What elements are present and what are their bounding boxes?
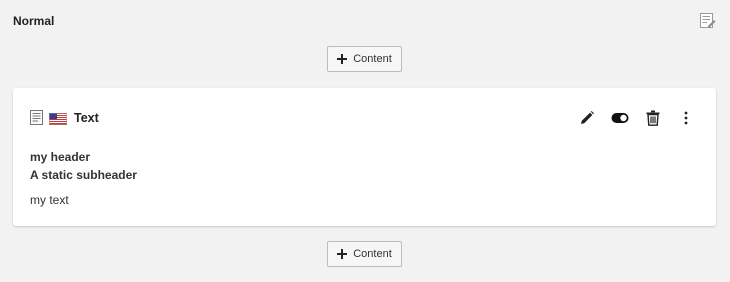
add-content-label: Content: [353, 248, 392, 260]
add-content-label: Content: [353, 53, 392, 65]
card-actions: [577, 108, 696, 128]
text-content-type-icon: [30, 110, 43, 125]
pencil-icon[interactable]: [577, 108, 597, 128]
card-header: Text: [30, 110, 99, 125]
column-header: Normal: [13, 14, 55, 28]
element-subheader: A static subheader: [30, 168, 137, 182]
add-content-button-bottom[interactable]: Content: [327, 241, 402, 267]
us-flag-icon: [49, 112, 67, 125]
content-element-card: Text my header A static subheader my tex…: [13, 88, 716, 226]
column-edit-icon[interactable]: [699, 12, 716, 29]
add-content-button-top[interactable]: Content: [327, 46, 402, 72]
plus-icon: [337, 54, 348, 64]
element-header: my header: [30, 150, 91, 164]
element-bodytext: my text: [30, 193, 69, 207]
card-body: my header A static subheader my text: [30, 148, 137, 207]
card-title: Text: [74, 110, 99, 125]
toggle-visibility-icon[interactable]: [610, 108, 630, 128]
trash-icon[interactable]: [643, 108, 663, 128]
more-options-icon[interactable]: [676, 108, 696, 128]
plus-icon: [337, 249, 348, 259]
